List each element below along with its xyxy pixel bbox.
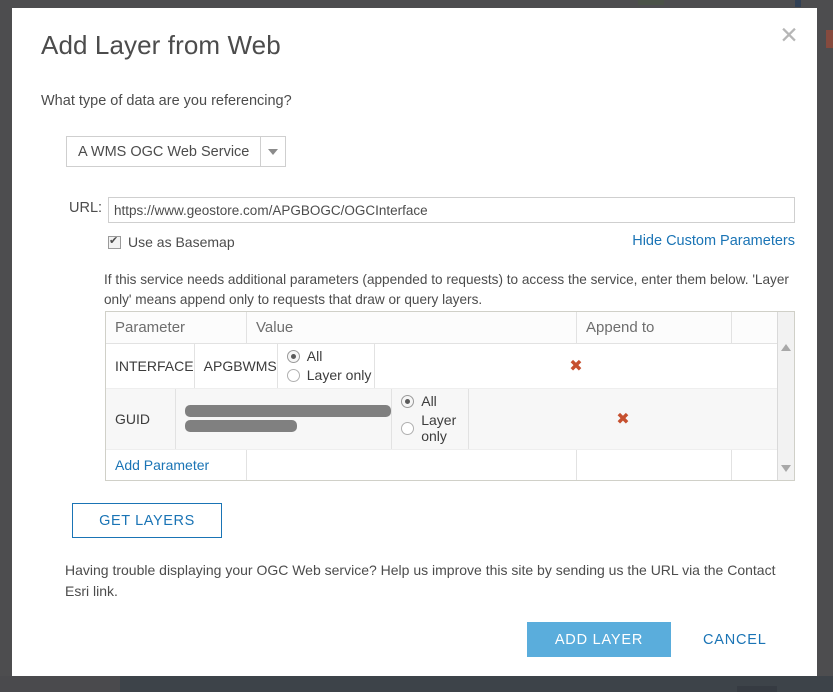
background-element bbox=[0, 676, 120, 692]
service-type-selected-value: A WMS OGC Web Service bbox=[78, 143, 250, 160]
table-scrollbar[interactable] bbox=[777, 312, 794, 480]
scroll-up-arrow-icon[interactable] bbox=[781, 344, 791, 351]
hide-custom-parameters-link[interactable]: Hide Custom Parameters bbox=[632, 233, 795, 249]
radio-all-selected[interactable] bbox=[401, 394, 415, 408]
background-element bbox=[826, 30, 833, 48]
column-header-append-to: Append to bbox=[576, 312, 731, 343]
column-header-delete bbox=[731, 312, 777, 343]
redaction-bar bbox=[185, 420, 298, 433]
radio-label-layer-only: Layer only bbox=[306, 367, 372, 384]
add-parameter-link[interactable]: Add Parameter bbox=[106, 450, 246, 480]
radio-all-selected[interactable] bbox=[286, 349, 300, 363]
append-to-cell: All Layer only bbox=[276, 343, 374, 388]
append-to-cell: All Layer only bbox=[391, 388, 468, 449]
get-layers-button[interactable]: GET LAYERS bbox=[72, 503, 222, 538]
param-value-cell[interactable]: APGBWMS bbox=[193, 343, 277, 388]
delete-x-icon[interactable]: ✖ bbox=[467, 388, 777, 449]
custom-parameters-table: Parameter Value Append to INTERFACE APGB… bbox=[105, 311, 795, 481]
delete-x-icon[interactable]: ✖ bbox=[373, 343, 777, 388]
page-title: Add Layer from Web bbox=[41, 30, 281, 60]
add-parameter-spacer bbox=[246, 450, 576, 480]
radio-label-all: All bbox=[421, 393, 437, 410]
radio-label-all: All bbox=[306, 348, 323, 365]
use-as-basemap-label: Use as Basemap bbox=[128, 234, 235, 250]
table-header-row: Parameter Value Append to bbox=[106, 312, 777, 344]
add-layer-from-web-dialog: ✕ Add Layer from Web What type of data a… bbox=[12, 8, 817, 676]
table-row: GUID All Layer only ✖ bbox=[106, 388, 777, 450]
append-to-option-layer-only[interactable]: Layer only bbox=[286, 367, 372, 384]
url-label: URL: bbox=[69, 200, 103, 216]
append-to-option-layer-only[interactable]: Layer only bbox=[401, 412, 468, 444]
background-element bbox=[737, 686, 777, 692]
redaction-bar bbox=[185, 405, 392, 418]
add-parameter-row: Add Parameter bbox=[106, 450, 777, 480]
radio-layer-only[interactable] bbox=[401, 421, 415, 435]
param-value-cell-redacted[interactable] bbox=[175, 388, 392, 449]
append-to-option-all[interactable]: All bbox=[401, 393, 437, 409]
background-element bbox=[795, 0, 801, 7]
help-text: Having trouble displaying your OGC Web s… bbox=[65, 562, 776, 599]
table-row: INTERFACE APGBWMS All Layer only ✖ bbox=[106, 343, 777, 389]
close-icon[interactable]: ✕ bbox=[775, 22, 803, 50]
parameters-description: If this service needs additional paramet… bbox=[104, 272, 789, 307]
data-type-question: What type of data are you referencing? bbox=[41, 93, 292, 109]
add-parameter-spacer bbox=[731, 450, 777, 480]
param-name-cell[interactable]: INTERFACE bbox=[106, 344, 194, 388]
scroll-down-arrow-icon[interactable] bbox=[781, 465, 791, 472]
cancel-button[interactable]: CANCEL bbox=[703, 622, 767, 657]
radio-layer-only[interactable] bbox=[286, 368, 300, 382]
use-as-basemap-checkbox[interactable] bbox=[108, 234, 121, 249]
url-input[interactable] bbox=[108, 197, 795, 223]
chevron-down-icon[interactable] bbox=[260, 137, 286, 166]
radio-label-layer-only: Layer only bbox=[421, 412, 457, 445]
background-element bbox=[120, 676, 833, 692]
param-name-cell[interactable]: GUID bbox=[106, 389, 175, 449]
use-as-basemap-row[interactable]: Use as Basemap bbox=[108, 234, 235, 250]
background-element bbox=[638, 0, 664, 5]
add-layer-button[interactable]: ADD LAYER bbox=[527, 622, 671, 657]
column-header-parameter: Parameter bbox=[115, 318, 186, 336]
service-type-select[interactable]: A WMS OGC Web Service bbox=[66, 136, 287, 167]
column-header-value: Value bbox=[246, 312, 576, 343]
add-parameter-spacer bbox=[576, 450, 731, 480]
append-to-option-all[interactable]: All bbox=[286, 348, 323, 365]
